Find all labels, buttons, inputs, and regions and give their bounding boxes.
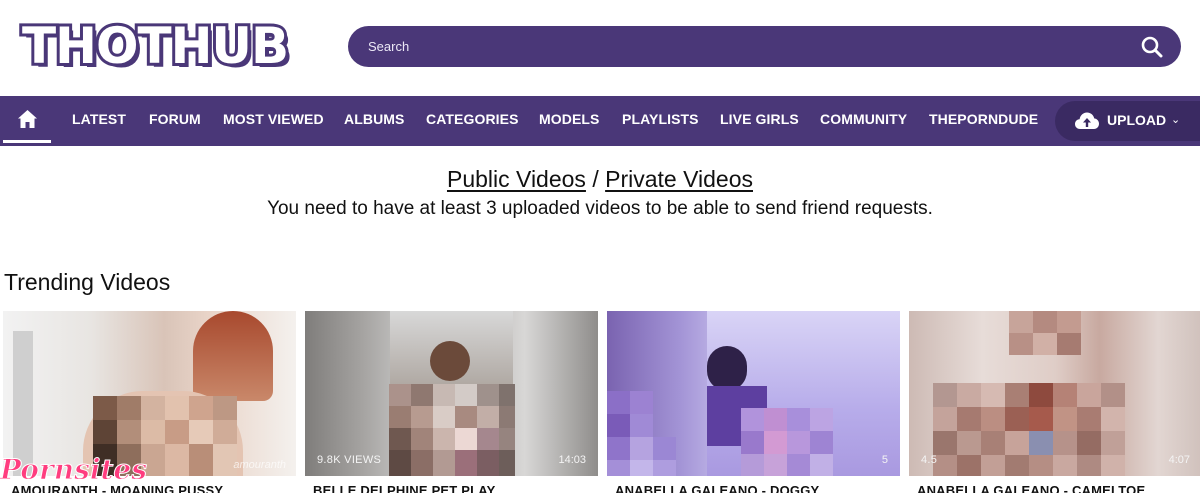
upload-label: UPLOAD bbox=[1107, 112, 1167, 128]
badge-text: Pornsites bbox=[0, 453, 148, 487]
video-type-links: Public Videos / Private Videos bbox=[0, 165, 1200, 193]
nav-home[interactable] bbox=[3, 96, 51, 146]
search-bar[interactable] bbox=[348, 26, 1181, 67]
logo-text: THOTHUB bbox=[19, 14, 292, 78]
video-thumbnail[interactable]: 4.5 4:07 bbox=[909, 311, 1200, 476]
video-title[interactable]: ANABELLA GALEANO - DOGGY bbox=[615, 483, 819, 493]
video-card[interactable]: 5 ANABELLA GALEANO - DOGGY bbox=[607, 311, 900, 493]
thumbnail-watermark: amouranth bbox=[233, 459, 286, 471]
cloud-upload-icon bbox=[1075, 112, 1099, 129]
view-count: 9.8K VIEWS bbox=[317, 454, 382, 466]
active-indicator bbox=[3, 140, 51, 143]
search-input[interactable] bbox=[368, 26, 1128, 67]
nav-categories[interactable]: CATEGORIES bbox=[426, 96, 519, 146]
video-title[interactable]: BELLE DELPHINE PET PLAY bbox=[313, 483, 496, 493]
public-videos-link[interactable]: Public Videos bbox=[447, 166, 586, 192]
section-title: Trending Videos bbox=[4, 269, 171, 295]
video-thumbnail[interactable]: 5 bbox=[607, 311, 900, 476]
private-videos-link[interactable]: Private Videos bbox=[605, 166, 753, 192]
friend-request-notice: You need to have at least 3 uploaded vid… bbox=[267, 198, 933, 219]
nav-theporndude[interactable]: THEPORNDUDE bbox=[929, 96, 1038, 146]
nav-latest[interactable]: LATEST bbox=[72, 96, 126, 146]
link-separator: / bbox=[592, 166, 599, 192]
video-card[interactable]: 4.5 4:07 ANABELLA GALEANO - CAMELTOE bbox=[909, 311, 1200, 493]
nav-live-girls[interactable]: LIVE GIRLS bbox=[720, 96, 799, 146]
video-thumbnail[interactable]: 9.8K VIEWS 14:03 bbox=[305, 311, 598, 476]
video-card[interactable]: 9.8K VIEWS 14:03 BELLE DELPHINE PET PLAY bbox=[305, 311, 598, 493]
video-title[interactable]: ANABELLA GALEANO - CAMELTOE bbox=[917, 483, 1145, 493]
video-duration: 5 bbox=[881, 454, 888, 466]
view-count: 4.5 bbox=[921, 454, 938, 466]
nav-most-viewed[interactable]: MOST VIEWED bbox=[223, 96, 324, 146]
main-nav: LATEST FORUM MOST VIEWED ALBUMS CATEGORI… bbox=[0, 96, 1200, 146]
pornsites-badge: Pornsites bbox=[0, 450, 170, 493]
site-header: THOTHUB bbox=[0, 0, 1200, 96]
site-logo[interactable]: THOTHUB bbox=[19, 14, 292, 78]
video-duration: 4:07 bbox=[1168, 454, 1190, 466]
nav-forum[interactable]: FORUM bbox=[149, 96, 201, 146]
upload-button[interactable]: UPLOAD ⌄ bbox=[1055, 101, 1200, 141]
nav-models[interactable]: MODELS bbox=[539, 96, 600, 146]
search-icon[interactable] bbox=[1141, 36, 1163, 58]
chevron-down-icon: ⌄ bbox=[1171, 114, 1181, 126]
home-icon bbox=[18, 110, 37, 128]
nav-community[interactable]: COMMUNITY bbox=[820, 96, 907, 146]
video-duration: 14:03 bbox=[558, 454, 586, 466]
nav-playlists[interactable]: PLAYLISTS bbox=[622, 96, 699, 146]
nav-albums[interactable]: ALBUMS bbox=[344, 96, 404, 146]
